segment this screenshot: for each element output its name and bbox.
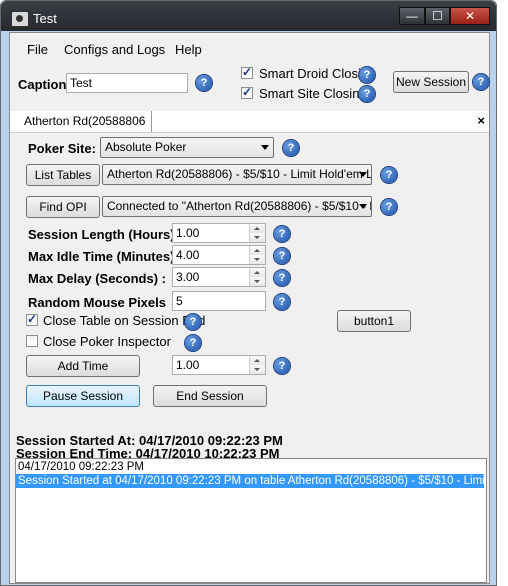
spin-down-icon[interactable] bbox=[249, 233, 265, 242]
close-table-label: Close Table on Session End bbox=[43, 313, 206, 328]
smart-droid-checkbox[interactable] bbox=[241, 65, 253, 79]
smart-site-help-icon[interactable] bbox=[359, 86, 375, 102]
max-idle-stepper[interactable]: 4.00 bbox=[172, 245, 266, 265]
add-time-value: 1.00 bbox=[176, 358, 200, 372]
button1-button[interactable]: button1 bbox=[337, 310, 411, 332]
tab-table[interactable]: Atherton Rd(20588806 bbox=[18, 111, 153, 132]
app-window: Test — ☐ ✕ File Configs and Logs Help Ca… bbox=[0, 0, 497, 586]
random-mouse-input[interactable]: 5 bbox=[172, 291, 266, 311]
max-idle-value: 4.00 bbox=[176, 248, 200, 262]
new-session-button[interactable]: New Session bbox=[393, 71, 469, 93]
maximize-button[interactable]: ☐ bbox=[425, 7, 450, 25]
add-time-help-icon[interactable] bbox=[274, 358, 290, 374]
tab-close-icon[interactable]: × bbox=[477, 113, 485, 128]
list-tables-help-icon[interactable] bbox=[381, 167, 397, 183]
end-session-button[interactable]: End Session bbox=[153, 385, 267, 407]
session-length-label: Session Length (Hours): bbox=[28, 227, 179, 242]
caption-help-icon[interactable] bbox=[196, 75, 212, 91]
max-delay-help-icon[interactable] bbox=[274, 270, 290, 286]
spin-down-icon[interactable] bbox=[249, 255, 265, 264]
session-length-help-icon[interactable] bbox=[274, 226, 290, 242]
close-button[interactable]: ✕ bbox=[450, 7, 490, 25]
caption-input[interactable]: Test bbox=[66, 73, 188, 93]
close-table-checkbox[interactable] bbox=[26, 312, 38, 326]
find-opi-help-icon[interactable] bbox=[381, 199, 397, 215]
client-area: File Configs and Logs Help Caption: Test… bbox=[9, 32, 490, 584]
smart-site-label: Smart Site Closing bbox=[259, 86, 367, 101]
close-table-help-icon[interactable] bbox=[185, 314, 201, 330]
title-bar[interactable]: Test — ☐ ✕ bbox=[1, 1, 496, 31]
session-length-stepper[interactable]: 1.00 bbox=[172, 223, 266, 243]
close-inspector-help-icon[interactable] bbox=[185, 335, 201, 351]
spin-up-icon[interactable] bbox=[249, 246, 265, 255]
list-tables-button[interactable]: List Tables bbox=[26, 164, 100, 186]
close-inspector-checkbox[interactable] bbox=[26, 335, 38, 347]
session-length-value: 1.00 bbox=[176, 226, 200, 240]
chevron-down-icon bbox=[261, 145, 269, 150]
max-idle-help-icon[interactable] bbox=[274, 248, 290, 264]
opi-select-value: Connected to "Atherton Rd(20588806) - $5… bbox=[107, 199, 372, 213]
spin-down-icon[interactable] bbox=[249, 277, 265, 286]
app-icon bbox=[11, 11, 29, 27]
max-idle-label: Max Idle Time (Minutes): bbox=[28, 249, 179, 264]
window-title: Test bbox=[33, 11, 57, 26]
spin-up-icon[interactable] bbox=[249, 268, 265, 277]
smart-droid-help-icon[interactable] bbox=[359, 67, 375, 83]
random-mouse-help-icon[interactable] bbox=[274, 294, 290, 310]
max-delay-label: Max Delay (Seconds) : bbox=[28, 271, 166, 286]
caption-label: Caption: bbox=[18, 77, 71, 92]
poker-site-select[interactable]: Absolute Poker bbox=[100, 137, 274, 158]
chevron-down-icon bbox=[359, 204, 367, 209]
menu-help[interactable]: Help bbox=[175, 42, 202, 57]
random-mouse-label: Random Mouse Pixels bbox=[28, 295, 166, 310]
minimize-button[interactable]: — bbox=[399, 7, 425, 25]
smart-droid-label: Smart Droid Closing bbox=[259, 66, 376, 81]
opi-select[interactable]: Connected to "Atherton Rd(20588806) - $5… bbox=[102, 196, 372, 217]
spin-up-icon[interactable] bbox=[249, 356, 265, 365]
session-log-list[interactable]: 04/17/2010 09:22:23 PM Session Started a… bbox=[15, 458, 487, 583]
spin-up-icon[interactable] bbox=[249, 224, 265, 233]
poker-site-label: Poker Site: bbox=[28, 141, 96, 156]
add-time-button[interactable]: Add Time bbox=[26, 355, 140, 377]
new-session-help-icon[interactable] bbox=[473, 74, 489, 90]
list-item[interactable]: 04/17/2010 09:22:23 PM bbox=[16, 460, 144, 474]
pause-session-button[interactable]: Pause Session bbox=[26, 385, 140, 407]
table-select[interactable]: Atherton Rd(20588806) - $5/$10 - Limit H… bbox=[102, 164, 372, 185]
poker-site-value: Absolute Poker bbox=[105, 140, 187, 154]
list-item-selected[interactable]: Session Started at 04/17/2010 09:22:23 P… bbox=[16, 474, 484, 488]
menu-file[interactable]: File bbox=[27, 42, 48, 57]
menu-configs-and-logs[interactable]: Configs and Logs bbox=[64, 42, 165, 57]
max-delay-stepper[interactable]: 3.00 bbox=[172, 267, 266, 287]
table-select-value: Atherton Rd(20588806) - $5/$10 - Limit H… bbox=[107, 167, 372, 181]
close-inspector-label: Close Poker Inspector bbox=[43, 334, 171, 349]
poker-site-help-icon[interactable] bbox=[283, 140, 299, 156]
find-opi-button[interactable]: Find OPI bbox=[26, 196, 100, 218]
chevron-down-icon bbox=[359, 172, 367, 177]
max-delay-value: 3.00 bbox=[176, 270, 200, 284]
spin-down-icon[interactable] bbox=[249, 365, 265, 374]
add-time-stepper[interactable]: 1.00 bbox=[172, 355, 266, 375]
smart-site-checkbox[interactable] bbox=[241, 85, 253, 99]
table-tab-strip: Atherton Rd(20588806 × bbox=[10, 111, 489, 133]
